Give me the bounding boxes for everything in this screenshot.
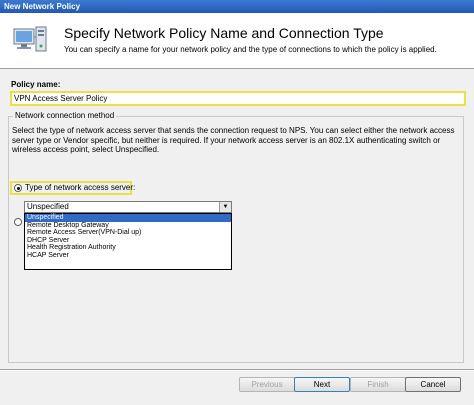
dropdown-option[interactable]: HCAP Server	[25, 252, 231, 260]
policy-name-input[interactable]	[10, 91, 466, 106]
new-network-policy-window: New Network Policy Specify Network Polic…	[0, 0, 474, 405]
page-title: Specify Network Policy Name and Connecti…	[64, 25, 384, 41]
server-type-dropdown-list: Unspecified Remote Desktop Gateway Remot…	[24, 213, 232, 270]
server-type-selected: Unspecified	[27, 202, 69, 211]
dropdown-option[interactable]: DHCP Server	[25, 237, 231, 245]
radio-type-of-server[interactable]	[14, 184, 22, 192]
radio-vendor-specific[interactable]	[14, 218, 22, 226]
finish-button[interactable]: Finish	[350, 377, 406, 392]
radio-type-of-server-label[interactable]: Type of network access server:	[25, 183, 135, 192]
dropdown-option[interactable]: Unspecified	[25, 214, 231, 222]
network-policy-icon	[13, 26, 47, 52]
window-title: New Network Policy	[0, 0, 474, 13]
server-type-combobox[interactable]: Unspecified ▼	[24, 201, 232, 213]
footer-separator	[0, 369, 474, 371]
next-button[interactable]: Next	[294, 377, 350, 392]
policy-name-label: Policy name:	[11, 80, 61, 89]
connection-method-group-title: Network connection method	[13, 111, 117, 120]
page-subtitle: You can specify a name for your network …	[64, 45, 437, 54]
previous-button[interactable]: Previous	[239, 377, 295, 392]
dropdown-option[interactable]: Health Registration Authority	[25, 244, 231, 252]
chevron-down-icon[interactable]: ▼	[219, 202, 231, 212]
dropdown-option[interactable]: Remote Desktop Gateway	[25, 222, 231, 230]
connection-method-description: Select the type of network access server…	[12, 126, 455, 154]
cancel-button[interactable]: Cancel	[405, 377, 461, 392]
dropdown-option[interactable]: Remote Access Server(VPN-Dial up)	[25, 229, 231, 237]
wizard-header: Specify Network Policy Name and Connecti…	[0, 13, 474, 69]
